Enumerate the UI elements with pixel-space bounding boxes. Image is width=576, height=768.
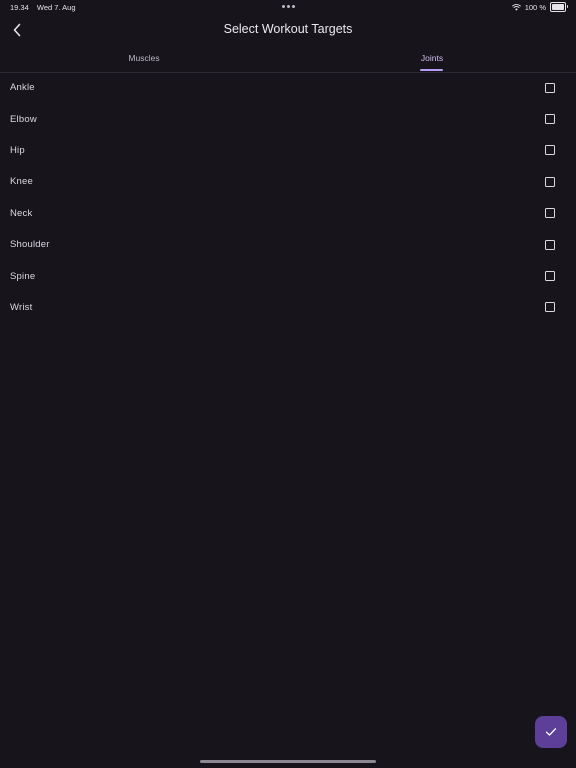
list-item-knee[interactable]: Knee <box>0 166 576 197</box>
more-dots-icon[interactable] <box>282 5 295 8</box>
checkbox[interactable] <box>545 208 555 219</box>
list-item-label: Wrist <box>10 301 33 313</box>
status-time: 19.34 <box>10 3 29 12</box>
checkbox[interactable] <box>545 145 555 156</box>
wifi-icon <box>511 3 521 11</box>
checkbox[interactable] <box>545 271 555 282</box>
list-item-elbow[interactable]: Elbow <box>0 103 576 134</box>
status-right: 100 % <box>511 2 568 12</box>
checkbox[interactable] <box>545 239 555 250</box>
checkbox[interactable] <box>545 176 555 187</box>
joint-list: Ankle Elbow Hip Knee Neck Shoulder Spine… <box>0 72 576 323</box>
checkbox[interactable] <box>545 82 555 93</box>
page-title: Select Workout Targets <box>223 22 353 36</box>
list-item-shoulder[interactable]: Shoulder <box>0 229 576 260</box>
status-left: 19.34 Wed 7. Aug <box>10 3 82 12</box>
battery-icon <box>550 2 568 12</box>
battery-percent: 100 % <box>524 2 546 12</box>
list-item-label: Ankle <box>10 82 35 94</box>
checkbox[interactable] <box>545 114 555 125</box>
tab-bar: Muscles Joints <box>0 48 576 73</box>
list-item-label: Hip <box>10 144 25 156</box>
list-item-hip[interactable]: Hip <box>0 135 576 166</box>
checkmark-icon <box>545 728 557 736</box>
list-item-wrist[interactable]: Wrist <box>0 292 576 323</box>
list-item-label: Neck <box>10 207 33 219</box>
list-item-label: Shoulder <box>10 239 50 251</box>
checkbox[interactable] <box>545 302 555 313</box>
home-indicator <box>200 760 376 763</box>
list-item-ankle[interactable]: Ankle <box>0 72 576 103</box>
list-item-label: Elbow <box>10 113 37 125</box>
status-bar: 19.34 Wed 7. Aug 100 % <box>0 0 576 14</box>
tab-indicator <box>420 69 443 71</box>
list-item-spine[interactable]: Spine <box>0 260 576 291</box>
list-item-label: Spine <box>10 270 36 282</box>
list-item-label: Knee <box>10 176 33 188</box>
list-item-neck[interactable]: Neck <box>0 198 576 229</box>
battery-fill <box>552 4 564 10</box>
tab-muscles[interactable]: Muscles <box>0 48 288 72</box>
confirm-button[interactable] <box>535 716 567 748</box>
status-date: Wed 7. Aug <box>36 3 76 12</box>
